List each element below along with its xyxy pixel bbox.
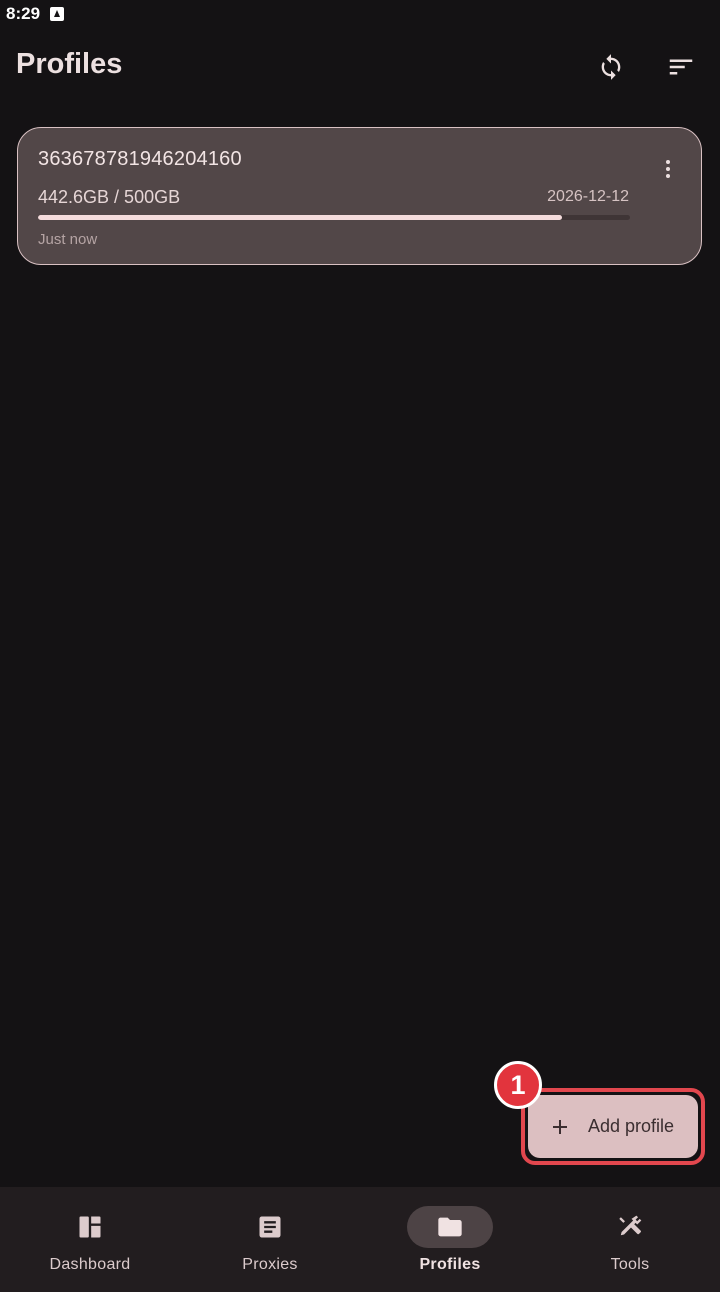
sort-button[interactable]	[657, 43, 705, 91]
nav-item-proxies[interactable]: Proxies	[180, 1187, 360, 1292]
nav-icon-container	[227, 1206, 313, 1248]
nav-item-profiles[interactable]: Profiles	[360, 1187, 540, 1292]
app-bar: Profiles	[0, 36, 720, 98]
plus-icon	[553, 1119, 567, 1134]
usage-progress-bar	[38, 215, 630, 220]
dashboard-icon	[79, 1216, 101, 1238]
nav-label-dashboard: Dashboard	[49, 1256, 131, 1273]
nav-item-tools[interactable]: Tools	[540, 1187, 720, 1292]
status-bar: 8:29	[0, 0, 720, 28]
nav-icon-container	[47, 1206, 133, 1248]
notification-icon	[50, 7, 65, 21]
bottom-navigation: Dashboard Proxies Profiles Tools	[0, 1187, 720, 1292]
add-profile-button[interactable]: Add profile	[528, 1095, 698, 1158]
add-profile-label: Add profile	[588, 1116, 675, 1136]
proxies-icon	[259, 1216, 281, 1238]
nav-label-profiles: Profiles	[419, 1256, 481, 1273]
nav-label-tools: Tools	[610, 1256, 650, 1273]
nav-item-dashboard[interactable]: Dashboard	[0, 1187, 180, 1292]
profile-updated-time: Just now	[38, 231, 98, 248]
profile-expiry-date: 2026-12-12	[547, 188, 629, 205]
more-vert-icon	[666, 160, 670, 178]
profile-usage: 442.6GB / 500GB	[38, 187, 181, 207]
nav-label-proxies: Proxies	[242, 1256, 298, 1273]
nav-icon-container-active	[407, 1206, 493, 1248]
sort-icon	[669, 59, 693, 75]
nav-icon-container	[587, 1206, 673, 1248]
profile-card[interactable]: 363678781946204160 442.6GB / 500GB 2026-…	[17, 127, 702, 265]
profile-more-button[interactable]	[654, 155, 682, 183]
folder-icon	[438, 1217, 462, 1237]
sync-button[interactable]	[587, 43, 635, 91]
page-title: Profiles	[16, 48, 123, 80]
screen: 8:29 Profiles 363678781946204160 442.6GB…	[0, 0, 720, 1292]
tools-icon	[619, 1215, 642, 1236]
usage-progress-fill	[38, 215, 562, 220]
status-time: 8:29	[6, 4, 41, 23]
profile-name: 363678781946204160	[38, 148, 242, 170]
step-badge: 1	[494, 1061, 542, 1109]
sync-icon	[601, 54, 621, 80]
